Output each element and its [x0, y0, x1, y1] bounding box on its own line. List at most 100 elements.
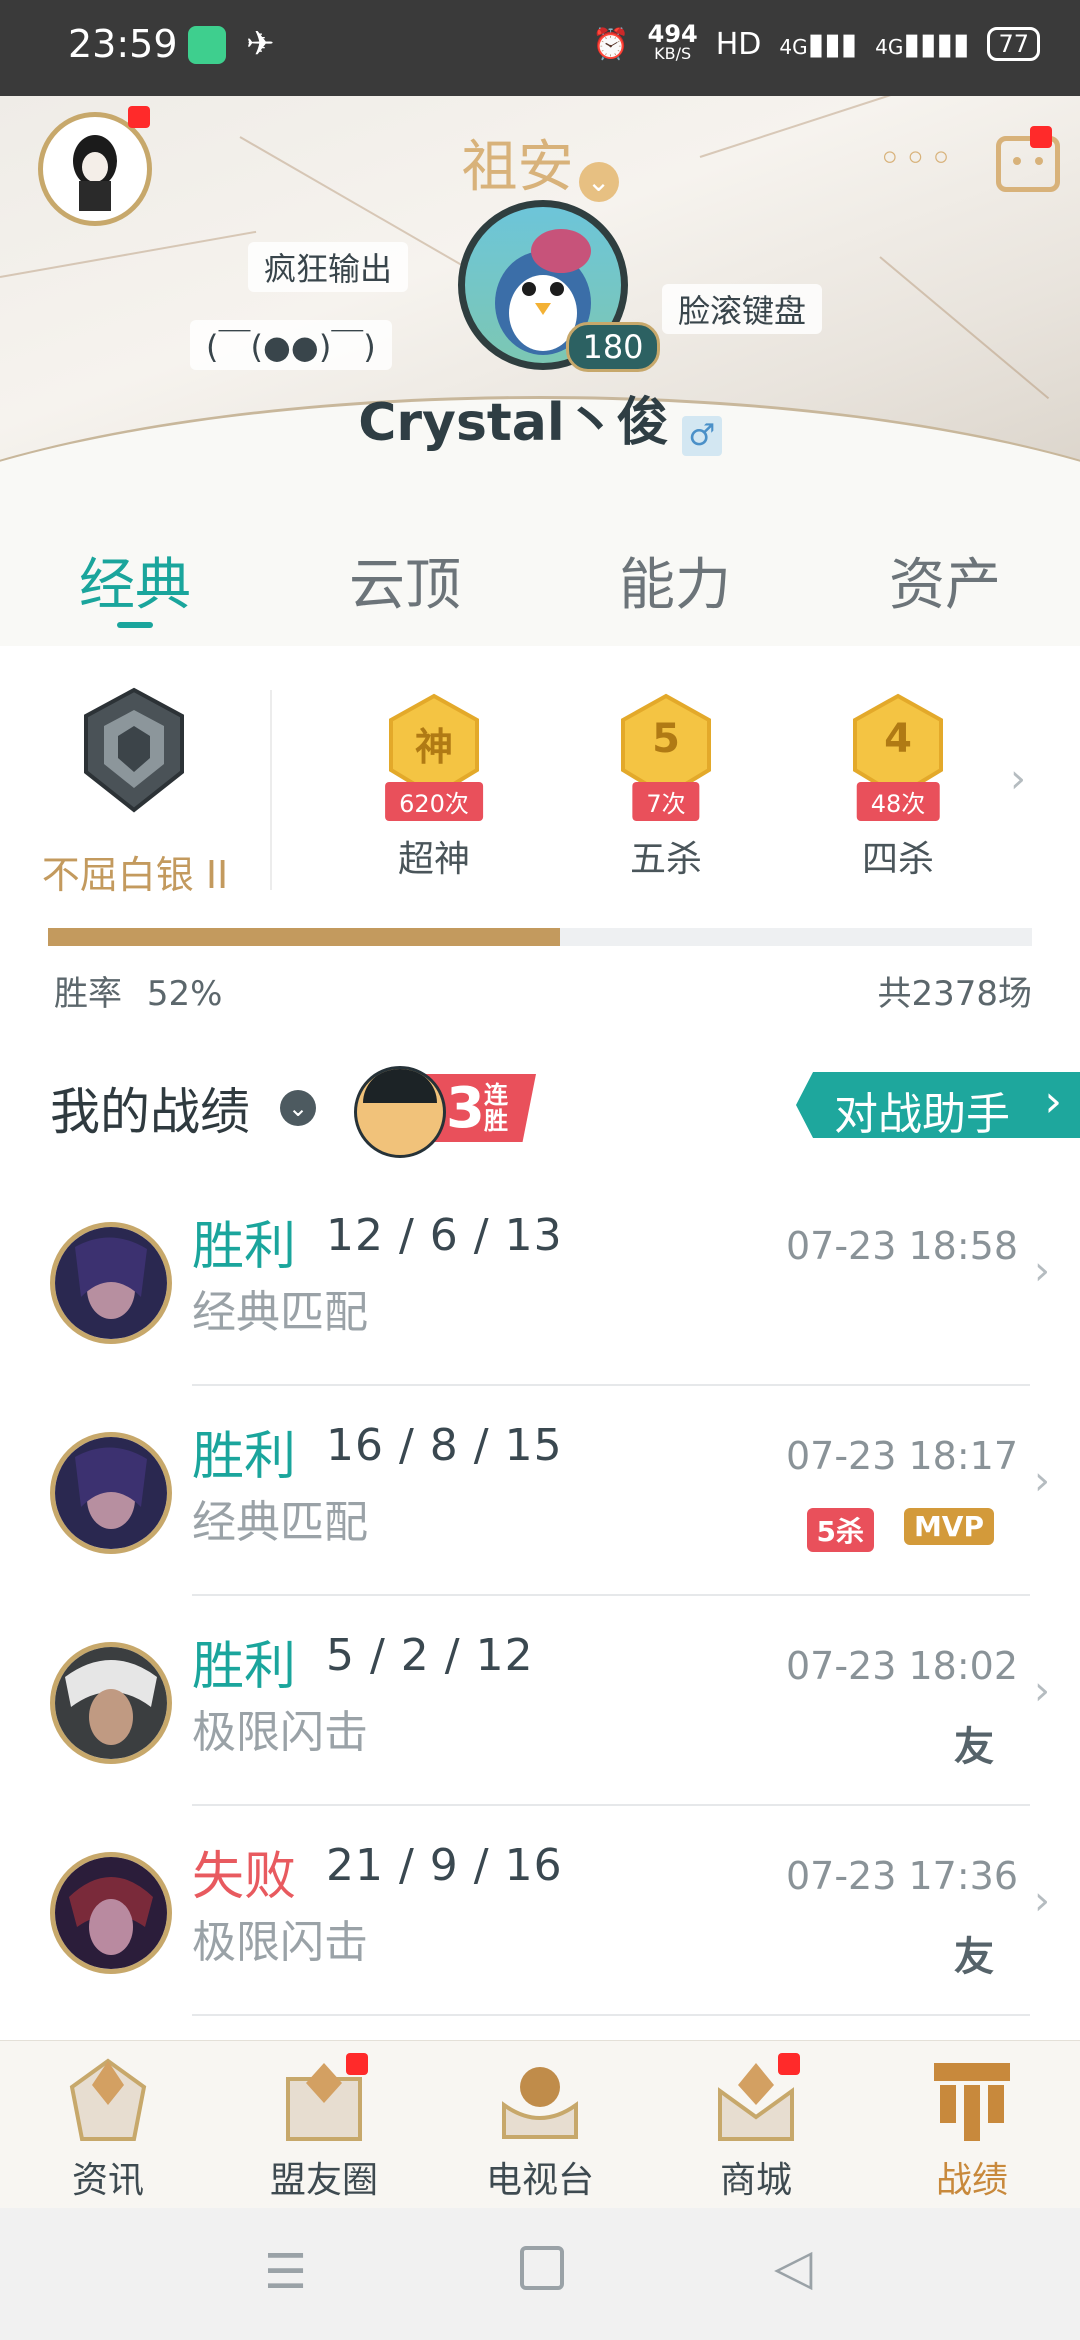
match-kda: 5 / 2 / 12 [326, 1630, 534, 1681]
pentakill-badge: 5杀 [806, 1508, 874, 1552]
match-mode: 经典匹配 [192, 1497, 368, 1548]
tag-2: (￣(●●)￣) [190, 320, 392, 370]
streak-number: 3 [446, 1076, 485, 1141]
achievement-badge-text: 4 [884, 716, 912, 762]
achievement-count: 620次 [385, 782, 483, 821]
achievement-badge-text: 5 [652, 716, 680, 762]
chat-notification-dot [1030, 126, 1052, 148]
chevron-right-icon: › [1034, 1668, 1050, 1714]
net-speed-unit: KB/S [654, 44, 692, 63]
chevron-right-icon: › [1034, 1458, 1050, 1504]
winrate-bar [48, 928, 1032, 946]
battery-indicator: 77 [987, 27, 1040, 61]
battle-assistant-button[interactable]: 对战助手 › [796, 1072, 1080, 1138]
winrate-label: 胜率 [54, 974, 122, 1014]
rank-label: 不屈白银 II [41, 853, 229, 897]
profile-header: 祖安 ⌄ ◦◦◦ 180 疯狂输出 (￣(●●)￣) 脸滚键盘 Crystal丶… [0, 96, 1080, 526]
news-icon [69, 2058, 147, 2141]
achievement-quadrakill[interactable]: 4 48次 四杀 [838, 692, 958, 892]
chevron-right-icon: › [1034, 1248, 1050, 1294]
match-mode: 经典匹配 [192, 1287, 368, 1338]
more-icon[interactable]: ◦◦◦ [878, 136, 955, 182]
notification-dot [346, 2053, 368, 2075]
tab-ability[interactable]: 能力 [540, 526, 810, 646]
match-result: 胜利 [192, 1217, 297, 1277]
match-kda: 21 / 9 / 16 [326, 1840, 563, 1891]
male-icon: ♂ [681, 415, 722, 456]
back-icon[interactable]: ◁ [774, 2238, 812, 2296]
match-time: 07-23 18:17 [785, 1434, 1018, 1478]
alarm-icon: ⏰ [592, 26, 630, 62]
match-mode: 极限闪击 [192, 1707, 368, 1758]
achievement-pentakill[interactable]: 5 7次 五杀 [606, 692, 726, 892]
champion-avatar [50, 1642, 172, 1764]
match-time: 07-23 18:58 [785, 1224, 1018, 1268]
chevron-right-icon[interactable]: › [1010, 756, 1026, 802]
status-indicators: ⏰ 494 KB/S HD 4G▮▮▮ 4G▮▮▮▮ 77 [592, 20, 1040, 64]
friend-badge: 友 [954, 1724, 994, 1770]
nickname: Crystal丶俊 [358, 393, 669, 453]
status-time: 23:59 [68, 22, 178, 66]
record-icon [934, 2063, 1010, 2141]
total-matches: 共2378场 [877, 974, 1032, 1014]
tag-3: 脸滚键盘 [662, 284, 823, 334]
menu-icon[interactable]: ☰ [264, 2244, 307, 2300]
match-result: 胜利 [192, 1427, 297, 1487]
signal-1: 4G▮▮▮ [779, 26, 858, 62]
achievement-count: 7次 [632, 782, 700, 821]
net-speed: 494 [647, 20, 698, 48]
chevron-right-icon: › [1044, 1076, 1062, 1127]
match-result: 失败 [192, 1847, 297, 1907]
nav-tv[interactable]: 电视台 [432, 2041, 648, 2209]
bottom-nav: 资讯 盟友圈 电视台 商城 战绩 [0, 2040, 1080, 2209]
bird-icon: ✈ [246, 24, 275, 64]
champion-avatar [50, 1432, 172, 1554]
achievement-badge-text: 神 [414, 725, 453, 769]
nav-store[interactable]: 商城 [648, 2041, 864, 2209]
wechat-icon [188, 26, 226, 64]
mvp-badge: MVP [903, 1508, 994, 1545]
tag-1: 疯狂输出 [248, 242, 409, 292]
match-result: 胜利 [192, 1637, 297, 1697]
tab-tft[interactable]: 云顶 [270, 526, 540, 646]
stats-section: 不屈白银 II 神 620次 超神 5 7次 五杀 4 48次 四杀 › [0, 646, 1080, 926]
tv-icon [502, 2067, 578, 2139]
nav-record[interactable]: 战绩 [864, 2041, 1080, 2209]
match-row[interactable]: 胜利 12 / 6 / 13 经典匹配 07-23 18:58 › [0, 1176, 1080, 1386]
nav-friends-circle[interactable]: 盟友圈 [216, 2041, 432, 2209]
match-time: 07-23 17:36 [785, 1854, 1018, 1898]
match-row[interactable]: 失败 21 / 9 / 16 极限闪击 07-23 17:36 友 › [0, 1806, 1080, 2016]
match-row[interactable]: 胜利 5 / 2 / 12 极限闪击 07-23 18:02 友 › [0, 1596, 1080, 1806]
hd-indicator: HD [715, 26, 762, 62]
divider [270, 690, 272, 890]
champion-avatar [50, 1852, 172, 1974]
achievement-label: 五杀 [629, 839, 702, 880]
location-label: 祖安 [461, 135, 574, 200]
achievement-label: 四杀 [861, 839, 934, 880]
system-nav-bar: ☰ ◁ [0, 2208, 1080, 2340]
rank-emblem-icon[interactable] [78, 686, 190, 816]
win-streak-badge: 3 连胜 [354, 1060, 540, 1158]
match-kda: 16 / 8 / 15 [326, 1420, 563, 1471]
winrate-bar-fill [48, 928, 560, 946]
notification-dot [778, 2053, 800, 2075]
friend-badge: 友 [954, 1934, 994, 1980]
record-dropdown-icon[interactable]: ⌄ [280, 1090, 316, 1126]
match-row[interactable]: 胜利 16 / 8 / 15 经典匹配 07-23 18:17 5杀 MVP › [0, 1386, 1080, 1596]
champion-avatar [50, 1222, 172, 1344]
achievement-label: 超神 [397, 839, 470, 880]
tab-classic[interactable]: 经典 [0, 526, 270, 646]
achievement-legendary[interactable]: 神 620次 超神 [374, 692, 494, 892]
signal-2: 4G▮▮▮▮ [875, 26, 970, 62]
match-kda: 12 / 6 / 13 [326, 1210, 563, 1261]
level-badge: 180 [566, 322, 660, 372]
location-dropdown-icon[interactable]: ⌄ [578, 161, 619, 202]
streak-text: 连胜 [484, 1081, 508, 1135]
home-icon[interactable] [520, 2246, 564, 2290]
nav-news[interactable]: 资讯 [0, 2041, 216, 2209]
status-bar: 23:59 ✈ ⏰ 494 KB/S HD 4G▮▮▮ 4G▮▮▮▮ 77 [0, 0, 1080, 96]
tab-assets[interactable]: 资产 [810, 526, 1080, 646]
record-title[interactable]: 我的战绩 [50, 1072, 250, 1144]
winrate-value: 52% [146, 974, 223, 1014]
match-time: 07-23 18:02 [785, 1644, 1018, 1688]
